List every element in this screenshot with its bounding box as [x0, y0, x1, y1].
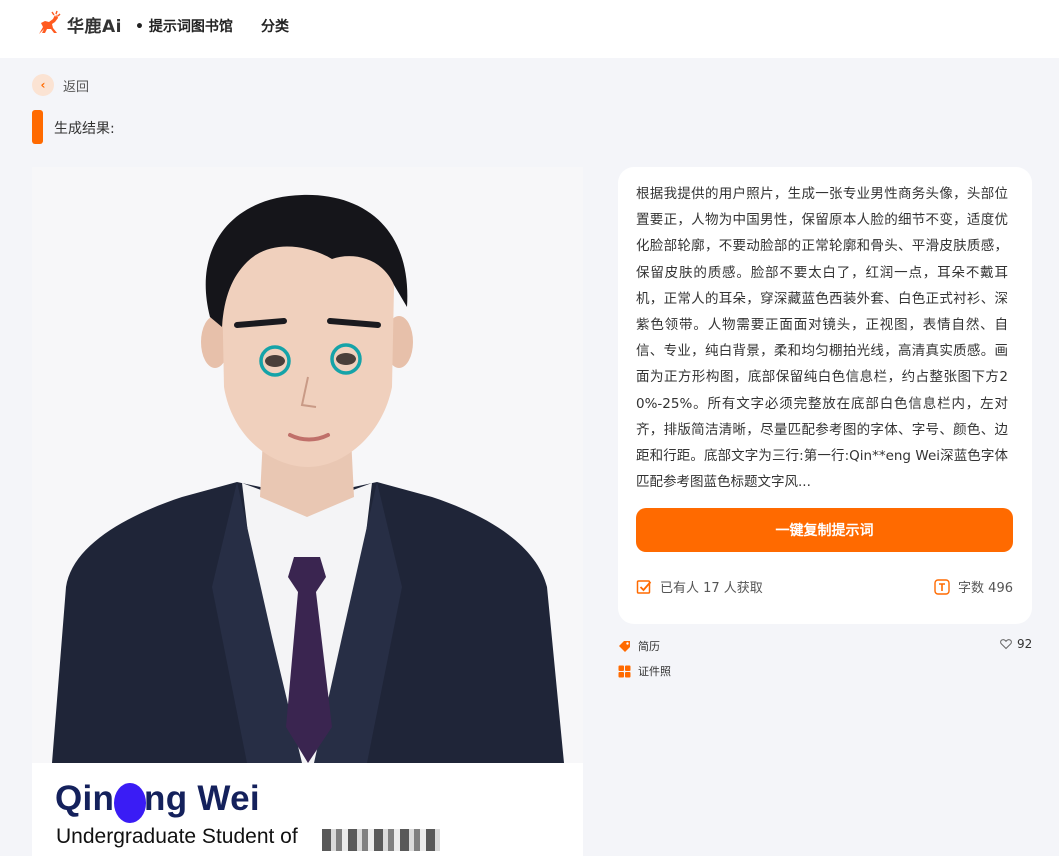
- prompt-card: 根据我提供的用户照片，生成一张专业男性商务头像，头部位置要正，人物为中国男性，保…: [618, 167, 1032, 624]
- back-button[interactable]: ‹ 返回: [32, 74, 89, 96]
- word-count-label: 字数 496: [958, 581, 1013, 596]
- heart-icon: [1000, 639, 1012, 650]
- like-count: 92: [1017, 637, 1033, 651]
- portrait-photo: [32, 167, 583, 763]
- tag-id-photo[interactable]: 证件照: [618, 663, 671, 679]
- back-label: 返回: [63, 79, 90, 95]
- prompt-text: 根据我提供的用户照片，生成一张专业男性商务头像，头部位置要正，人物为中国男性，保…: [636, 186, 1008, 491]
- obtained-label: 已有人 17 人获取: [660, 581, 763, 596]
- tag-resume[interactable]: 简历: [618, 638, 660, 654]
- top-nav-bar: 华鹿Ai • 提示词图书馆 分类: [0, 0, 1059, 58]
- caption-subtitle: Undergraduate Student of: [56, 825, 298, 848]
- photo-caption: Qin eng Wei Undergraduate Student of: [32, 763, 583, 856]
- nav-prompt-library[interactable]: • 提示词图书馆: [135, 16, 233, 36]
- redaction-blur: [322, 829, 440, 851]
- result-image-card[interactable]: Qin eng Wei Undergraduate Student of: [32, 167, 583, 856]
- obtained-count: 已有人 17 人获取: [636, 577, 763, 596]
- brand-name: 华鹿Ai: [67, 16, 122, 37]
- grid-icon: [618, 665, 631, 677]
- nav-category[interactable]: 分类: [261, 16, 289, 36]
- checkbox-icon: [636, 579, 652, 594]
- like-button[interactable]: 92: [1000, 637, 1032, 651]
- tag-label: 简历: [638, 640, 660, 653]
- chevron-left-icon: ‹: [32, 74, 54, 96]
- section-accent-bar: [32, 110, 43, 144]
- redaction-mark: [114, 783, 146, 823]
- text-icon: [934, 578, 950, 595]
- tag-label: 证件照: [638, 665, 671, 678]
- tag-icon: [619, 640, 630, 652]
- word-count: 字数 496: [934, 577, 1013, 596]
- copy-prompt-button[interactable]: 一键复制提示词: [636, 508, 1013, 552]
- section-title: 生成结果:: [54, 121, 115, 137]
- deer-logo-icon: [39, 10, 61, 34]
- brand-logo[interactable]: 华鹿Ai: [33, 10, 122, 38]
- caption-name: Qin eng Wei: [55, 779, 260, 818]
